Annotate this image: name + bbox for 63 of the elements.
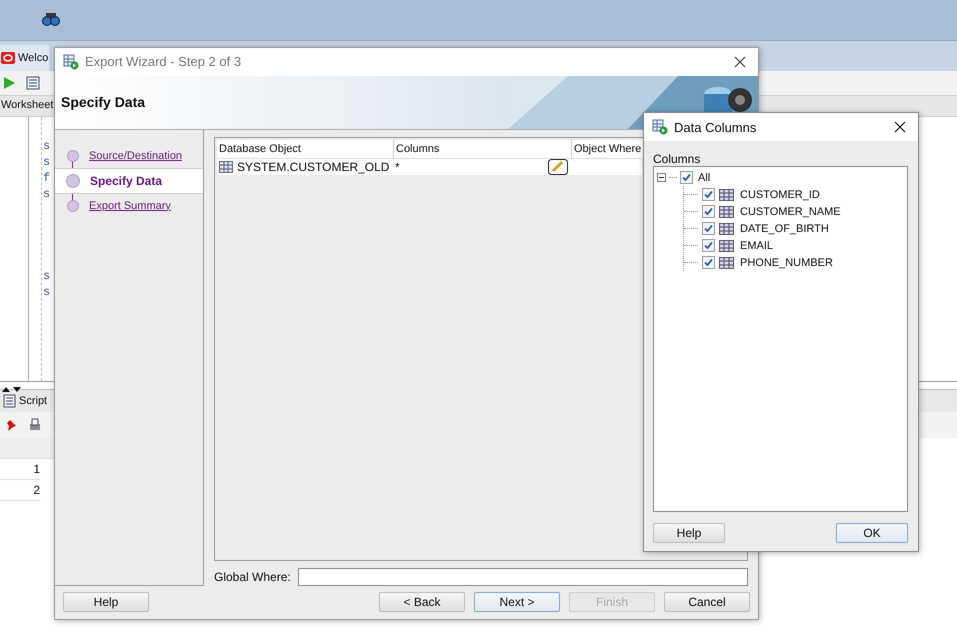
split-arrows-icon[interactable] <box>1 386 23 393</box>
step-link[interactable]: Specify Data <box>55 168 203 194</box>
pencil-icon[interactable] <box>548 158 568 175</box>
column-icon <box>719 206 734 218</box>
global-where-field[interactable] <box>298 568 748 586</box>
table-icon <box>219 160 233 173</box>
tree-item[interactable]: EMAIL <box>738 240 774 252</box>
column-icon <box>719 240 734 252</box>
tree-item[interactable]: All <box>696 172 710 184</box>
code-line: s <box>43 285 50 301</box>
tree-item[interactable]: CUSTOMER_NAME <box>738 206 841 218</box>
code-line: f <box>43 171 50 187</box>
wizard-button[interactable]: < Back <box>379 592 465 612</box>
script-icon <box>3 394 16 408</box>
script-icon[interactable] <box>26 76 40 90</box>
table-cell: SYSTEM.CUSTOMER_OLD <box>217 158 393 175</box>
checkbox[interactable] <box>702 205 715 218</box>
tree-item[interactable]: PHONE_NUMBER <box>738 256 833 268</box>
code-line: s <box>43 139 50 155</box>
printer-icon[interactable] <box>28 418 42 432</box>
collapse-icon[interactable] <box>657 173 666 182</box>
column-header[interactable]: Database Object <box>217 140 394 159</box>
checkbox[interactable] <box>702 239 715 252</box>
tree-item[interactable]: DATE_OF_BIRTH <box>738 222 829 234</box>
window-title: Export Wizard - Step 2 of 3 <box>85 54 242 70</box>
column-header[interactable]: Columns <box>394 140 572 159</box>
close-icon[interactable] <box>894 121 906 133</box>
wizard-button[interactable]: Next > <box>474 592 560 612</box>
row-number: 2 <box>0 480 40 501</box>
table-cell: * <box>395 160 400 174</box>
page-heading: Specify Data <box>60 94 146 110</box>
step-link[interactable]: Source/Destination <box>55 144 203 168</box>
run-icon[interactable] <box>2 76 16 90</box>
ok-button[interactable]: OK <box>836 523 908 543</box>
wizard-icon <box>652 119 668 135</box>
output-tab[interactable]: Script <box>0 394 48 408</box>
column-icon <box>719 256 734 268</box>
step-link[interactable]: Export Summary <box>55 194 203 218</box>
checkbox[interactable] <box>702 256 715 269</box>
checkbox[interactable] <box>702 188 715 201</box>
close-icon[interactable] <box>734 56 746 68</box>
checkbox[interactable] <box>680 171 693 184</box>
row-number: 1 <box>0 459 40 480</box>
column-icon <box>719 222 734 234</box>
binoculars-icon[interactable] <box>42 11 60 27</box>
checkbox[interactable] <box>702 222 715 235</box>
help-button[interactable]: Help <box>653 523 725 543</box>
section-label: Columns <box>653 152 702 166</box>
tree-item[interactable]: CUSTOMER_ID <box>738 188 820 200</box>
code-line: s <box>43 187 50 203</box>
code-line: s <box>43 269 50 285</box>
editor-tab[interactable]: Welco <box>0 45 50 71</box>
logo-icon <box>1 52 15 64</box>
worksheet-tab[interactable]: Worksheet <box>0 96 54 111</box>
window-title: Data Columns <box>674 120 758 134</box>
wizard-button[interactable]: Cancel <box>664 592 750 612</box>
help-button[interactable]: Help <box>63 592 149 612</box>
column-header[interactable]: Object Where <box>572 140 644 159</box>
field-label: Global Where: <box>214 570 291 584</box>
code-line: s <box>43 155 50 171</box>
column-icon <box>719 188 734 200</box>
wizard-icon <box>63 54 79 70</box>
pin-icon[interactable] <box>4 418 18 432</box>
